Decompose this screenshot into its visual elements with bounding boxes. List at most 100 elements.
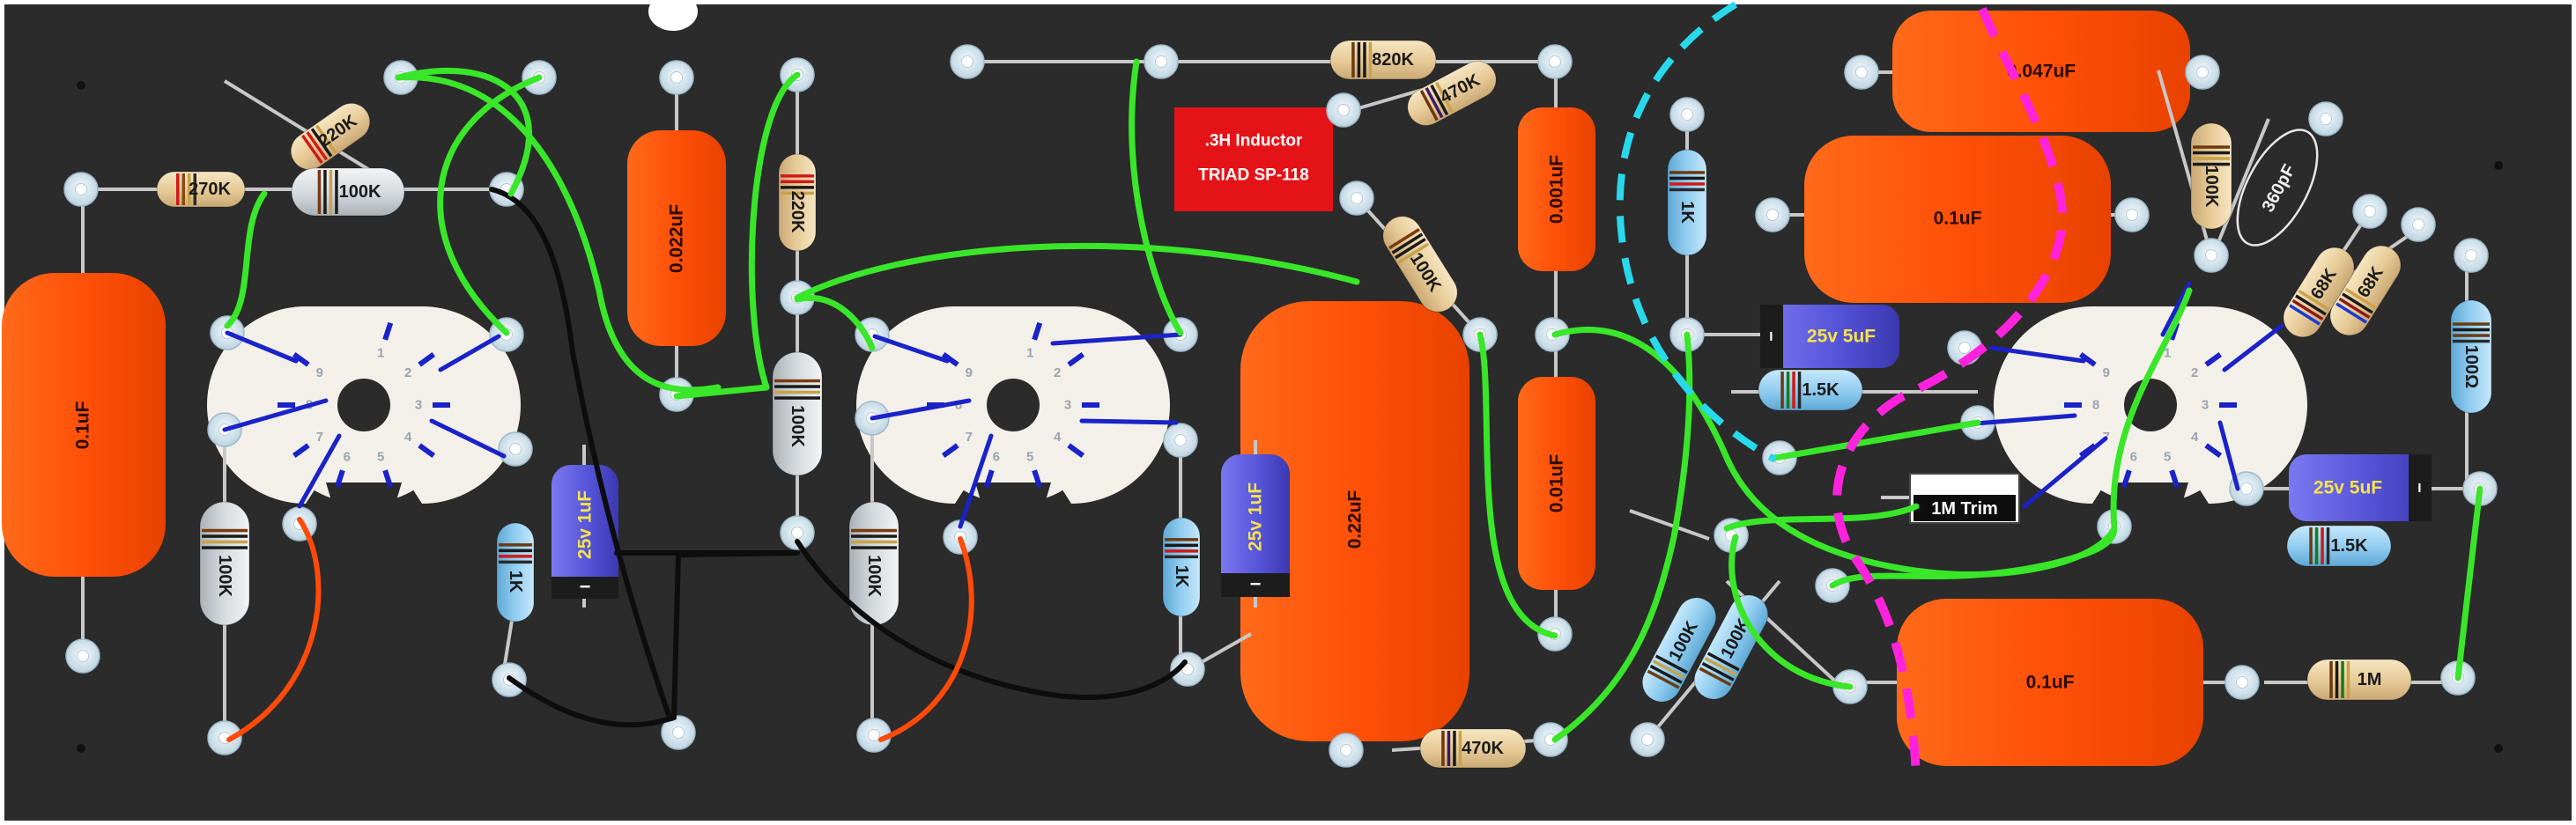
eyelet-hole [670,71,683,84]
capacitor-c6-label: 0.047uF [2007,62,2076,82]
electrolytic-e1-label: 25v 1uF [575,490,596,559]
resistor-r14: 1K [1667,149,1707,256]
resistor-r3-label: 100K [339,182,381,202]
resistor-band [2321,527,2324,564]
resistor-r8-label: 100K [864,555,884,597]
resistor-band [176,173,180,205]
resistor-band [1786,372,1790,409]
capacitor-c7-label: 0.1uF [1934,209,1982,229]
resistor-band [2453,322,2490,326]
eyelet-hole [2196,66,2209,78]
inductor-label-1: .3H Inductor [1205,132,1303,151]
resistor-band [1357,42,1361,77]
tube-pin-number: 6 [2130,449,2137,464]
eyelet-hole [1340,744,1352,756]
capacitor-c4-label: 0.001uF [1547,155,1567,224]
tube-pin-number: 4 [404,430,412,445]
resistor-band [2341,661,2344,698]
resistor-band [851,534,897,538]
resistor-band [774,379,820,383]
resistor-band [851,528,897,533]
resistor-r13-label: 470K [1462,739,1504,758]
resistor-r14-label: 1K [1677,201,1697,224]
resistor-band [2193,151,2230,155]
resistor-r5: 1K [496,522,535,622]
resistor-band [2326,527,2330,564]
tube-pin-number: 7 [316,430,323,445]
eyelet-hole [1641,733,1654,746]
resistor-r9: 820K [1329,40,1437,80]
tube-pin-number: 2 [2191,365,2198,380]
resistor-band [317,170,322,214]
tube-pin-number: 3 [415,398,422,413]
eyelet-hole [2240,482,2253,495]
resistor-r23-label: 1M [2358,670,2382,689]
resistor-band [1165,543,1198,548]
resistor-r13: 470K [1419,728,1527,769]
eyelet-hole [1855,66,1868,78]
eyelet-hole [1155,55,1167,68]
eyelet-hole [2465,249,2477,261]
resistor-r11-label: 1K [1172,565,1191,588]
resistor-r4: 100K [199,501,250,626]
resistor-band [781,186,814,189]
resistor-band [2335,661,2339,698]
resistor-band [499,549,532,553]
board-screw [77,81,85,90]
eyelet-hole [672,726,685,739]
eyelet-hole [77,650,89,662]
resistor-r7-label: 100K [788,405,807,447]
board-screw [2494,161,2503,170]
resistor-band [1447,731,1451,766]
board-screw [2494,744,2503,753]
resistor-band [329,170,333,214]
circuit-board-layout: 0.1uF 0.022uF 0.22uF 0.001uF 0.01uF 0.04… [0,0,2576,825]
eyelet-hole [2126,209,2138,221]
resistor-band [323,170,327,214]
eyelet-hole [2205,249,2217,261]
electrolytic-e4-polarity: − [2410,482,2430,493]
eyelet-hole [1549,55,1561,68]
tube-pin-number: 7 [966,430,973,445]
electrolytic-e2: 25v 1uF − [1221,440,1290,608]
resistor-band [499,560,532,564]
inductor: .3H Inductor TRIAD SP-118 [1174,107,1333,211]
resistor-band [2453,334,2490,337]
tube-pin-number: 9 [316,365,323,380]
resistor-band [1669,188,1705,192]
electrolytic-e2-polarity: − [1250,573,1262,595]
tube-pin-number: 4 [1054,430,1062,445]
resistor-r6: 220K [778,153,817,252]
electrolytic-e3-label: 25v 5uF [1807,327,1876,347]
eyelet-hole [961,55,973,68]
tube-pin-contact [2219,402,2237,408]
resistor-band [774,396,820,400]
eyelet-hole [868,729,880,741]
resistor-r4-label: 100K [215,555,234,597]
resistor-r5-label: 1K [506,571,525,593]
resistor-band [1165,549,1198,553]
tube-pin-contact [433,402,450,408]
resistor-band [1441,731,1445,766]
resistor-r22: 1.5K [2286,525,2392,567]
tube-pin-contact [2064,402,2082,408]
resistor-r23: 1M [2306,659,2412,701]
resistor-band [181,173,185,205]
resistor-band [1669,182,1705,186]
resistor-r6-label: 220K [788,191,807,233]
resistor-r11: 1K [1162,517,1201,617]
tube-pin-number: 9 [2103,365,2110,380]
electrolytic-e1: 25v 1uF − [551,445,618,608]
tube-pin-number: 2 [404,365,411,380]
resistor-r9-label: 820K [1372,50,1414,70]
resistor-band [774,385,820,388]
eyelet-hole [2412,218,2424,231]
resistor-band [1363,42,1366,77]
board-screw [77,744,85,753]
resistor-band [499,543,532,547]
electrolytic-e3-polarity: − [1762,331,1781,342]
eyelet-hole [2236,676,2248,689]
tube-pin-number: 1 [377,346,384,361]
tube-pin-number: 5 [377,449,384,464]
eyelet-hole [75,183,87,195]
